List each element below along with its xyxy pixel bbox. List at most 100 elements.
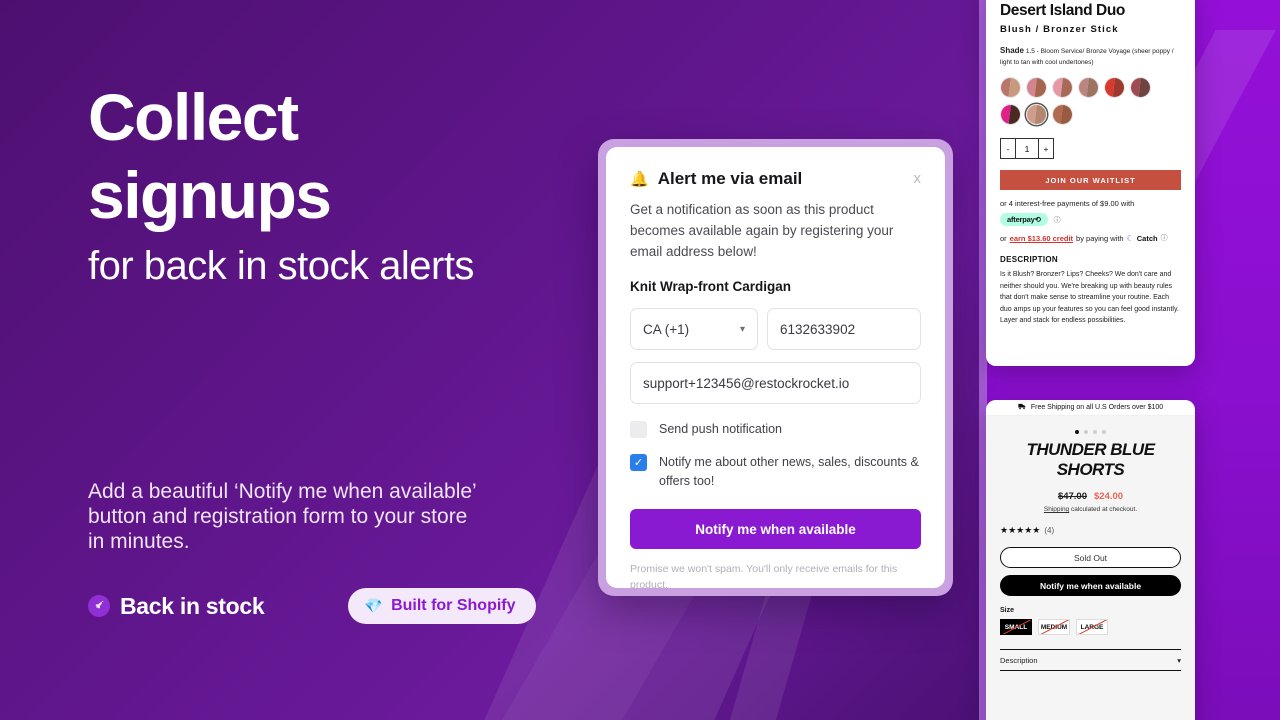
description-body: Is it Blush? Bronzer? Lips? Cheeks? We d… xyxy=(1000,271,1179,324)
spam-promise-text: Promise we won't spam. You'll only recei… xyxy=(630,563,898,588)
notify-me-button[interactable]: Notify me when available xyxy=(630,509,921,549)
hero-title: Collect signups xyxy=(88,78,528,234)
color-swatch[interactable] xyxy=(1026,77,1047,98)
catch-moon-icon: ☾ xyxy=(1126,233,1134,243)
built-for-shopify-badge: 💎 Built for Shopify xyxy=(348,588,536,624)
color-swatch[interactable] xyxy=(1078,77,1099,98)
star-rating-icon: ★★★★★ xyxy=(1000,525,1041,535)
marketing-opt-in-checkbox[interactable]: ✓ xyxy=(630,454,647,471)
free-shipping-text: Free Shipping on all U.S Orders over $10… xyxy=(1030,404,1164,411)
hero-copy: Collect signups for back in stock alerts xyxy=(88,78,528,291)
product-card-desert-island-duo: Desert Island Duo Blush / Bronzer Stick … xyxy=(986,0,1195,366)
color-swatch[interactable] xyxy=(1000,104,1021,125)
info-icon[interactable]: ⓘ xyxy=(1161,233,1168,243)
carousel-dot[interactable] xyxy=(1084,430,1088,434)
color-swatch[interactable] xyxy=(1052,104,1073,125)
push-notification-checkbox[interactable] xyxy=(630,421,647,438)
modal-description: Get a notification as soon as this produ… xyxy=(630,202,894,259)
bell-icon: 🔔 xyxy=(630,171,649,188)
quantity-value[interactable]: 1 xyxy=(1015,139,1039,158)
carousel-dot[interactable] xyxy=(1102,430,1106,434)
size-option[interactable]: MEDIUM xyxy=(1038,619,1070,635)
app-brand: Back in stock xyxy=(88,592,265,620)
description-heading: DESCRIPTION xyxy=(1000,255,1058,264)
product-title: Desert Island Duo xyxy=(1000,2,1125,19)
info-icon[interactable]: ⓘ xyxy=(1054,215,1061,225)
shipping-link[interactable]: Shipping xyxy=(1044,506,1069,513)
chevron-down-icon: ▾ xyxy=(1177,655,1181,665)
swatch-row-1 xyxy=(1000,77,1181,98)
push-notification-row[interactable]: Send push notification xyxy=(630,420,921,439)
phone-value: 6132633902 xyxy=(780,321,856,337)
afterpay-badge: afterpay⟲ xyxy=(1000,213,1048,226)
price-row: $47.00 $24.00 xyxy=(1000,491,1181,502)
hero-title-line1: Collect xyxy=(88,80,299,154)
carousel-dots[interactable] xyxy=(1000,424,1181,434)
color-swatch[interactable] xyxy=(1052,77,1073,98)
modal-header: 🔔 Alert me via email x xyxy=(630,169,921,189)
product-body: THUNDER BLUE SHORTS $47.00 $24.00 Shippi… xyxy=(986,416,1195,720)
color-swatch[interactable] xyxy=(1000,77,1021,98)
gem-icon: 💎 xyxy=(364,597,384,615)
app-brand-name: Back in stock xyxy=(120,592,265,619)
notify-me-button[interactable]: Notify me when available xyxy=(1000,575,1181,596)
promo-banner: Collect signups for back in stock alerts… xyxy=(0,0,1280,720)
built-for-shopify-label: Built for Shopify xyxy=(391,597,516,614)
country-code-value: CA (+1) xyxy=(643,321,690,337)
marketing-opt-in-label: Notify me about other news, sales, disco… xyxy=(659,455,919,488)
size-selector[interactable]: SMALL MEDIUM LARGE xyxy=(1000,619,1181,635)
email-input[interactable]: support+123456@restockrocket.io xyxy=(630,362,921,404)
alert-modal-frame: 🔔 Alert me via email x Get a notificatio… xyxy=(598,139,953,596)
catch-row: or earn $13.60 credit by paying with ☾ C… xyxy=(1000,233,1181,243)
country-code-select[interactable]: CA (+1) ▾ xyxy=(630,308,758,350)
shade-value: 1.5 - Bloom Service/ Bronze Voyage (shee… xyxy=(1000,48,1174,66)
truck-icon xyxy=(1018,403,1026,412)
afterpay-row: afterpay⟲ ⓘ xyxy=(1000,213,1181,226)
modal-title-group: 🔔 Alert me via email xyxy=(630,169,802,189)
size-option[interactable]: LARGE xyxy=(1076,619,1108,635)
hero-title-line2: signups xyxy=(88,158,332,232)
close-icon[interactable]: x xyxy=(914,171,922,186)
carousel-dot[interactable] xyxy=(1075,430,1079,434)
modal-title: Alert me via email xyxy=(657,169,803,188)
color-swatch[interactable] xyxy=(1130,77,1151,98)
shipping-note: Shipping calculated at checkout. xyxy=(1000,506,1181,513)
push-notification-label: Send push notification xyxy=(659,422,783,436)
email-value: support+123456@restockrocket.io xyxy=(643,375,850,391)
join-waitlist-button[interactable]: JOIN OUR WAITLIST xyxy=(1000,170,1181,190)
product-shade-text: Shade 1.5 - Bloom Service/ Bronze Voyage… xyxy=(1000,45,1181,68)
sold-out-button[interactable]: Sold Out xyxy=(1000,547,1181,568)
description-accordion[interactable]: Description ▾ xyxy=(1000,649,1181,671)
modal-product-name: Knit Wrap-front Cardigan xyxy=(630,279,791,294)
review-count: (4) xyxy=(1044,526,1055,535)
product-subtitle: Blush / Bronzer Stick xyxy=(1000,24,1119,35)
rocket-icon xyxy=(88,595,110,617)
alert-modal: 🔔 Alert me via email x Get a notificatio… xyxy=(606,147,945,588)
color-swatch[interactable] xyxy=(1104,77,1125,98)
quantity-decrement[interactable]: - xyxy=(1001,139,1015,158)
product-title: THUNDER BLUE SHORTS xyxy=(1026,440,1155,479)
hero-body-text: Add a beautiful ‘Notify me when availabl… xyxy=(88,480,476,553)
size-label: Size xyxy=(1000,607,1015,614)
catch-credit-link[interactable]: earn $13.60 credit xyxy=(1010,234,1073,243)
hero-subtitle: for back in stock alerts xyxy=(88,244,474,288)
shade-label: Shade xyxy=(1000,46,1025,55)
swatch-row-2 xyxy=(1000,104,1181,125)
marketing-opt-in-row[interactable]: ✓ Notify me about other news, sales, dis… xyxy=(630,453,921,491)
rating-row: ★★★★★ (4) xyxy=(1000,525,1181,536)
original-price: $47.00 xyxy=(1057,491,1087,502)
quantity-increment[interactable]: + xyxy=(1039,139,1053,158)
phone-row: CA (+1) ▾ 6132633902 xyxy=(630,308,921,350)
free-shipping-banner: Free Shipping on all U.S Orders over $10… xyxy=(986,400,1195,416)
chevron-down-icon: ▾ xyxy=(739,323,745,335)
size-option[interactable]: SMALL xyxy=(1000,619,1032,635)
quantity-stepper[interactable]: - 1 + xyxy=(1000,138,1054,159)
sale-price: $24.00 xyxy=(1094,491,1124,502)
hero-badges: Back in stock 💎 Built for Shopify xyxy=(88,588,536,624)
carousel-dot[interactable] xyxy=(1093,430,1097,434)
phone-input[interactable]: 6132633902 xyxy=(767,308,921,350)
catch-brand: Catch xyxy=(1136,233,1158,243)
product-card-thunder-blue-shorts: Free Shipping on all U.S Orders over $10… xyxy=(986,400,1195,720)
installments-text: or 4 interest-free payments of $9.00 wit… xyxy=(1000,199,1135,208)
color-swatch[interactable] xyxy=(1026,104,1047,125)
